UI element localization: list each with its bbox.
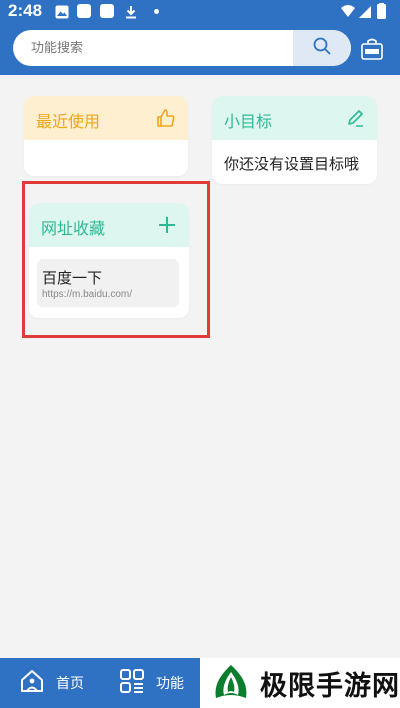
tab-home-label: 首页 bbox=[56, 676, 84, 692]
search-input[interactable] bbox=[13, 30, 293, 66]
search-bar bbox=[13, 30, 351, 66]
small-goal-header: 小目标 bbox=[212, 96, 377, 140]
small-goal-card[interactable]: 小目标 你还没有设置目标哦 bbox=[212, 96, 377, 184]
recent-used-title: 最近使用 bbox=[36, 112, 101, 131]
app-header: 2:48 bbox=[0, 0, 400, 75]
recent-used-card[interactable]: 最近使用 bbox=[24, 96, 188, 176]
app-notification-icon bbox=[77, 4, 91, 18]
bookmarks-title: 网址收藏 bbox=[41, 219, 106, 238]
bottom-tab-bar: 首页 功能 bbox=[0, 658, 200, 708]
new-badge-icon bbox=[360, 38, 384, 65]
goal-empty-text: 你还没有设置目标哦 bbox=[224, 155, 360, 173]
bookmark-item[interactable]: 百度一下 https://m.baidu.com/ bbox=[37, 259, 179, 307]
gallery-notification-icon bbox=[55, 4, 69, 19]
tab-home[interactable]: 首页 bbox=[18, 658, 84, 708]
search-button[interactable] bbox=[293, 30, 351, 66]
bookmarks-card: 网址收藏 百度一下 https://m.baidu.com/ bbox=[29, 203, 189, 318]
search-icon bbox=[312, 36, 332, 60]
watermark-text: 极限手游网 bbox=[260, 670, 400, 702]
download-icon bbox=[124, 4, 138, 19]
tab-features-label: 功能 bbox=[156, 676, 184, 692]
tab-features[interactable]: 功能 bbox=[118, 658, 184, 708]
bookmark-url: https://m.baidu.com/ bbox=[42, 289, 133, 300]
small-goal-title: 小目标 bbox=[224, 112, 273, 131]
new-badge-button[interactable] bbox=[360, 37, 384, 61]
bookmarks-header: 网址收藏 bbox=[29, 203, 189, 247]
grid-icon bbox=[118, 667, 146, 699]
recent-used-header: 最近使用 bbox=[24, 96, 188, 140]
site-watermark: 极限手游网 bbox=[200, 658, 400, 708]
system-status-icons bbox=[340, 3, 388, 21]
home-icon bbox=[18, 667, 46, 699]
thumbs-up-icon[interactable] bbox=[156, 108, 176, 128]
more-notifications-dot bbox=[154, 9, 159, 14]
bookmark-title: 百度一下 bbox=[42, 269, 103, 287]
pencil-icon[interactable] bbox=[345, 108, 365, 128]
app-notification-icon-2 bbox=[100, 4, 114, 18]
status-time: 2:48 bbox=[8, 1, 43, 20]
plus-icon[interactable] bbox=[157, 215, 177, 235]
watermark-logo-icon bbox=[210, 662, 252, 704]
status-bar: 2:48 bbox=[0, 0, 400, 24]
